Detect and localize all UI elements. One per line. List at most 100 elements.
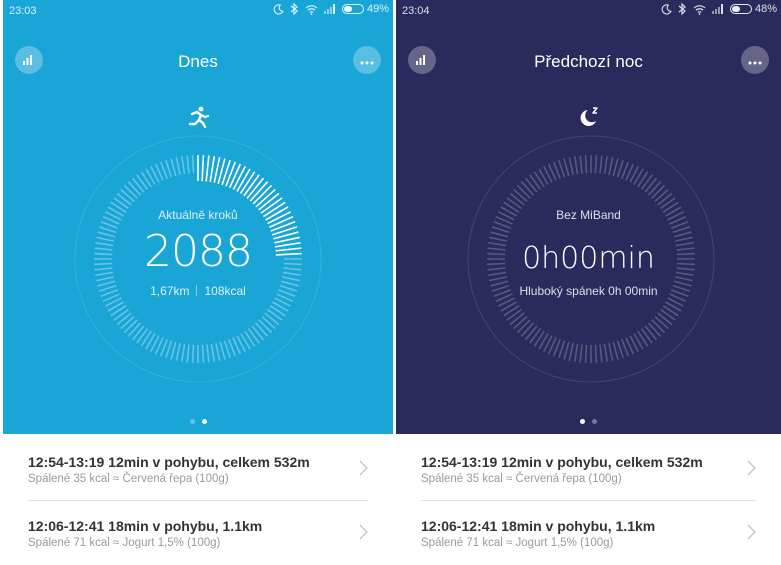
activity-subtitle: Spálené 71 kcal ≈ Jogurt 1,5% (100g) bbox=[421, 537, 614, 549]
battery-icon bbox=[341, 4, 364, 14]
progress-tick bbox=[491, 226, 510, 234]
moon-status-icon bbox=[273, 3, 284, 15]
more-button[interactable] bbox=[741, 46, 769, 74]
progress-tick bbox=[219, 341, 226, 360]
progress-tick bbox=[599, 344, 603, 363]
battery-icon bbox=[729, 4, 752, 14]
list-item[interactable]: 12:54-13:19 12min v pohybu, celkem 532m … bbox=[396, 434, 781, 501]
more-button[interactable] bbox=[353, 46, 381, 74]
progress-tick bbox=[113, 197, 129, 210]
progress-tick bbox=[603, 156, 609, 175]
page-dot[interactable] bbox=[592, 419, 597, 424]
progress-tick bbox=[529, 328, 542, 344]
progress-tick bbox=[608, 342, 614, 361]
bluetooth-icon bbox=[290, 3, 299, 15]
moon-status-icon bbox=[661, 3, 672, 15]
list-item[interactable]: 12:54-13:19 12min v pohybu, celkem 532m … bbox=[3, 434, 393, 501]
progress-tick bbox=[123, 319, 138, 334]
page-dot[interactable] bbox=[201, 419, 207, 424]
activity-subtitle: Spálené 71 kcal ≈ Jogurt 1,5% (100g) bbox=[28, 537, 221, 549]
status-bar: 23:03 49% bbox=[3, 0, 393, 22]
battery-percent: 48% bbox=[754, 3, 777, 15]
progress-tick bbox=[170, 158, 177, 177]
progress-tick bbox=[558, 159, 566, 178]
activity-title: 12:06-12:41 18min v pohybu, 1.1km bbox=[28, 518, 263, 534]
progress-tick bbox=[261, 315, 276, 330]
progress-tick-active bbox=[228, 163, 242, 189]
progress-tick bbox=[644, 325, 658, 341]
progress-tick bbox=[120, 315, 135, 330]
progress-tick bbox=[175, 342, 181, 361]
activity-title: 12:54-13:19 12min v pohybu, celkem 532m bbox=[421, 454, 703, 470]
progress-tick bbox=[513, 315, 528, 330]
progress-tick bbox=[594, 344, 598, 363]
progress-tick bbox=[513, 188, 528, 203]
activity-subtitle: Spálené 35 kcal ≈ Červená řepa (100g) bbox=[421, 473, 622, 485]
progress-tick bbox=[136, 328, 149, 344]
progress-tick bbox=[186, 344, 190, 363]
list-item[interactable]: 12:06-12:41 18min v pohybu, 1.1km Spálen… bbox=[396, 500, 781, 562]
steps-label: Aktuálně kroků bbox=[158, 208, 238, 222]
progress-tick bbox=[573, 343, 579, 362]
activity-title: 12:06-12:41 18min v pohybu, 1.1km bbox=[421, 518, 656, 534]
progress-tick bbox=[186, 155, 190, 174]
progress-tick bbox=[524, 177, 538, 193]
battery-percent: 49% bbox=[366, 3, 389, 15]
page-title: Předchozí noc bbox=[534, 52, 643, 71]
progress-tick bbox=[267, 308, 283, 321]
page-dot[interactable] bbox=[189, 419, 195, 424]
progress-tick bbox=[584, 155, 588, 174]
chevron-right-icon bbox=[359, 460, 368, 476]
progress-tick bbox=[180, 343, 186, 362]
progress-tick bbox=[520, 322, 535, 337]
progress-tick bbox=[175, 157, 181, 176]
steps-summary: 1,67km 108kcal bbox=[3, 284, 393, 298]
steps-value: 2088 bbox=[144, 226, 253, 277]
deep-sleep-text: Hluboký spánek 0h 00min bbox=[519, 284, 658, 298]
progress-tick bbox=[672, 226, 691, 234]
wifi-icon bbox=[693, 4, 706, 15]
activity-title: 12:54-13:19 12min v pohybu, celkem 532m bbox=[28, 454, 310, 470]
progress-tick bbox=[223, 340, 231, 359]
progress-tick bbox=[180, 156, 186, 175]
page-dot[interactable] bbox=[580, 419, 585, 424]
title-bar: Dnes bbox=[3, 46, 393, 78]
progress-tick bbox=[579, 155, 583, 174]
progress-tick bbox=[568, 342, 574, 361]
progress-tick bbox=[640, 328, 653, 344]
more-dots-icon bbox=[360, 53, 374, 68]
progress-tick bbox=[594, 155, 598, 174]
progress-tick bbox=[657, 312, 673, 326]
bluetooth-icon bbox=[678, 3, 687, 15]
progress-tick bbox=[657, 192, 673, 206]
progress-tick-active bbox=[225, 161, 237, 187]
progress-tick bbox=[120, 188, 135, 203]
progress-tick-active bbox=[209, 156, 216, 183]
progress-tick bbox=[131, 177, 145, 193]
progress-tick bbox=[201, 344, 205, 363]
progress-tick bbox=[506, 308, 522, 321]
progress-tick bbox=[206, 344, 210, 363]
activity-list: 12:54-13:19 12min v pohybu, celkem 532m … bbox=[3, 434, 393, 562]
progress-tick bbox=[215, 342, 221, 361]
progress-tick bbox=[616, 159, 624, 178]
status-time: 23:04 bbox=[402, 5, 430, 17]
steps-hero: 23:03 49% Dnes Aktuálně kroků 2088 1,67k… bbox=[3, 0, 393, 434]
progress-tick bbox=[247, 328, 260, 344]
sleep-hero: 23:04 48% Předchozí noc Bez MiBand 0h00m… bbox=[396, 0, 781, 434]
progress-tick bbox=[264, 312, 280, 326]
progress-tick bbox=[612, 341, 619, 360]
progress-tick bbox=[654, 315, 669, 330]
wifi-icon bbox=[305, 4, 318, 15]
more-dots-icon bbox=[748, 53, 762, 68]
progress-tick bbox=[558, 340, 566, 359]
sleep-screen: 23:04 48% Předchozí noc Bez MiBand 0h00m… bbox=[396, 0, 781, 565]
progress-tick bbox=[654, 188, 669, 203]
progress-tick bbox=[251, 325, 265, 341]
list-item[interactable]: 12:06-12:41 18min v pohybu, 1.1km Spálen… bbox=[3, 500, 393, 562]
status-time: 23:03 bbox=[9, 5, 37, 17]
progress-tick bbox=[516, 319, 531, 334]
sleep-duration-value: 0h00min bbox=[522, 241, 655, 276]
progress-tick bbox=[113, 308, 129, 321]
progress-tick bbox=[563, 341, 570, 360]
